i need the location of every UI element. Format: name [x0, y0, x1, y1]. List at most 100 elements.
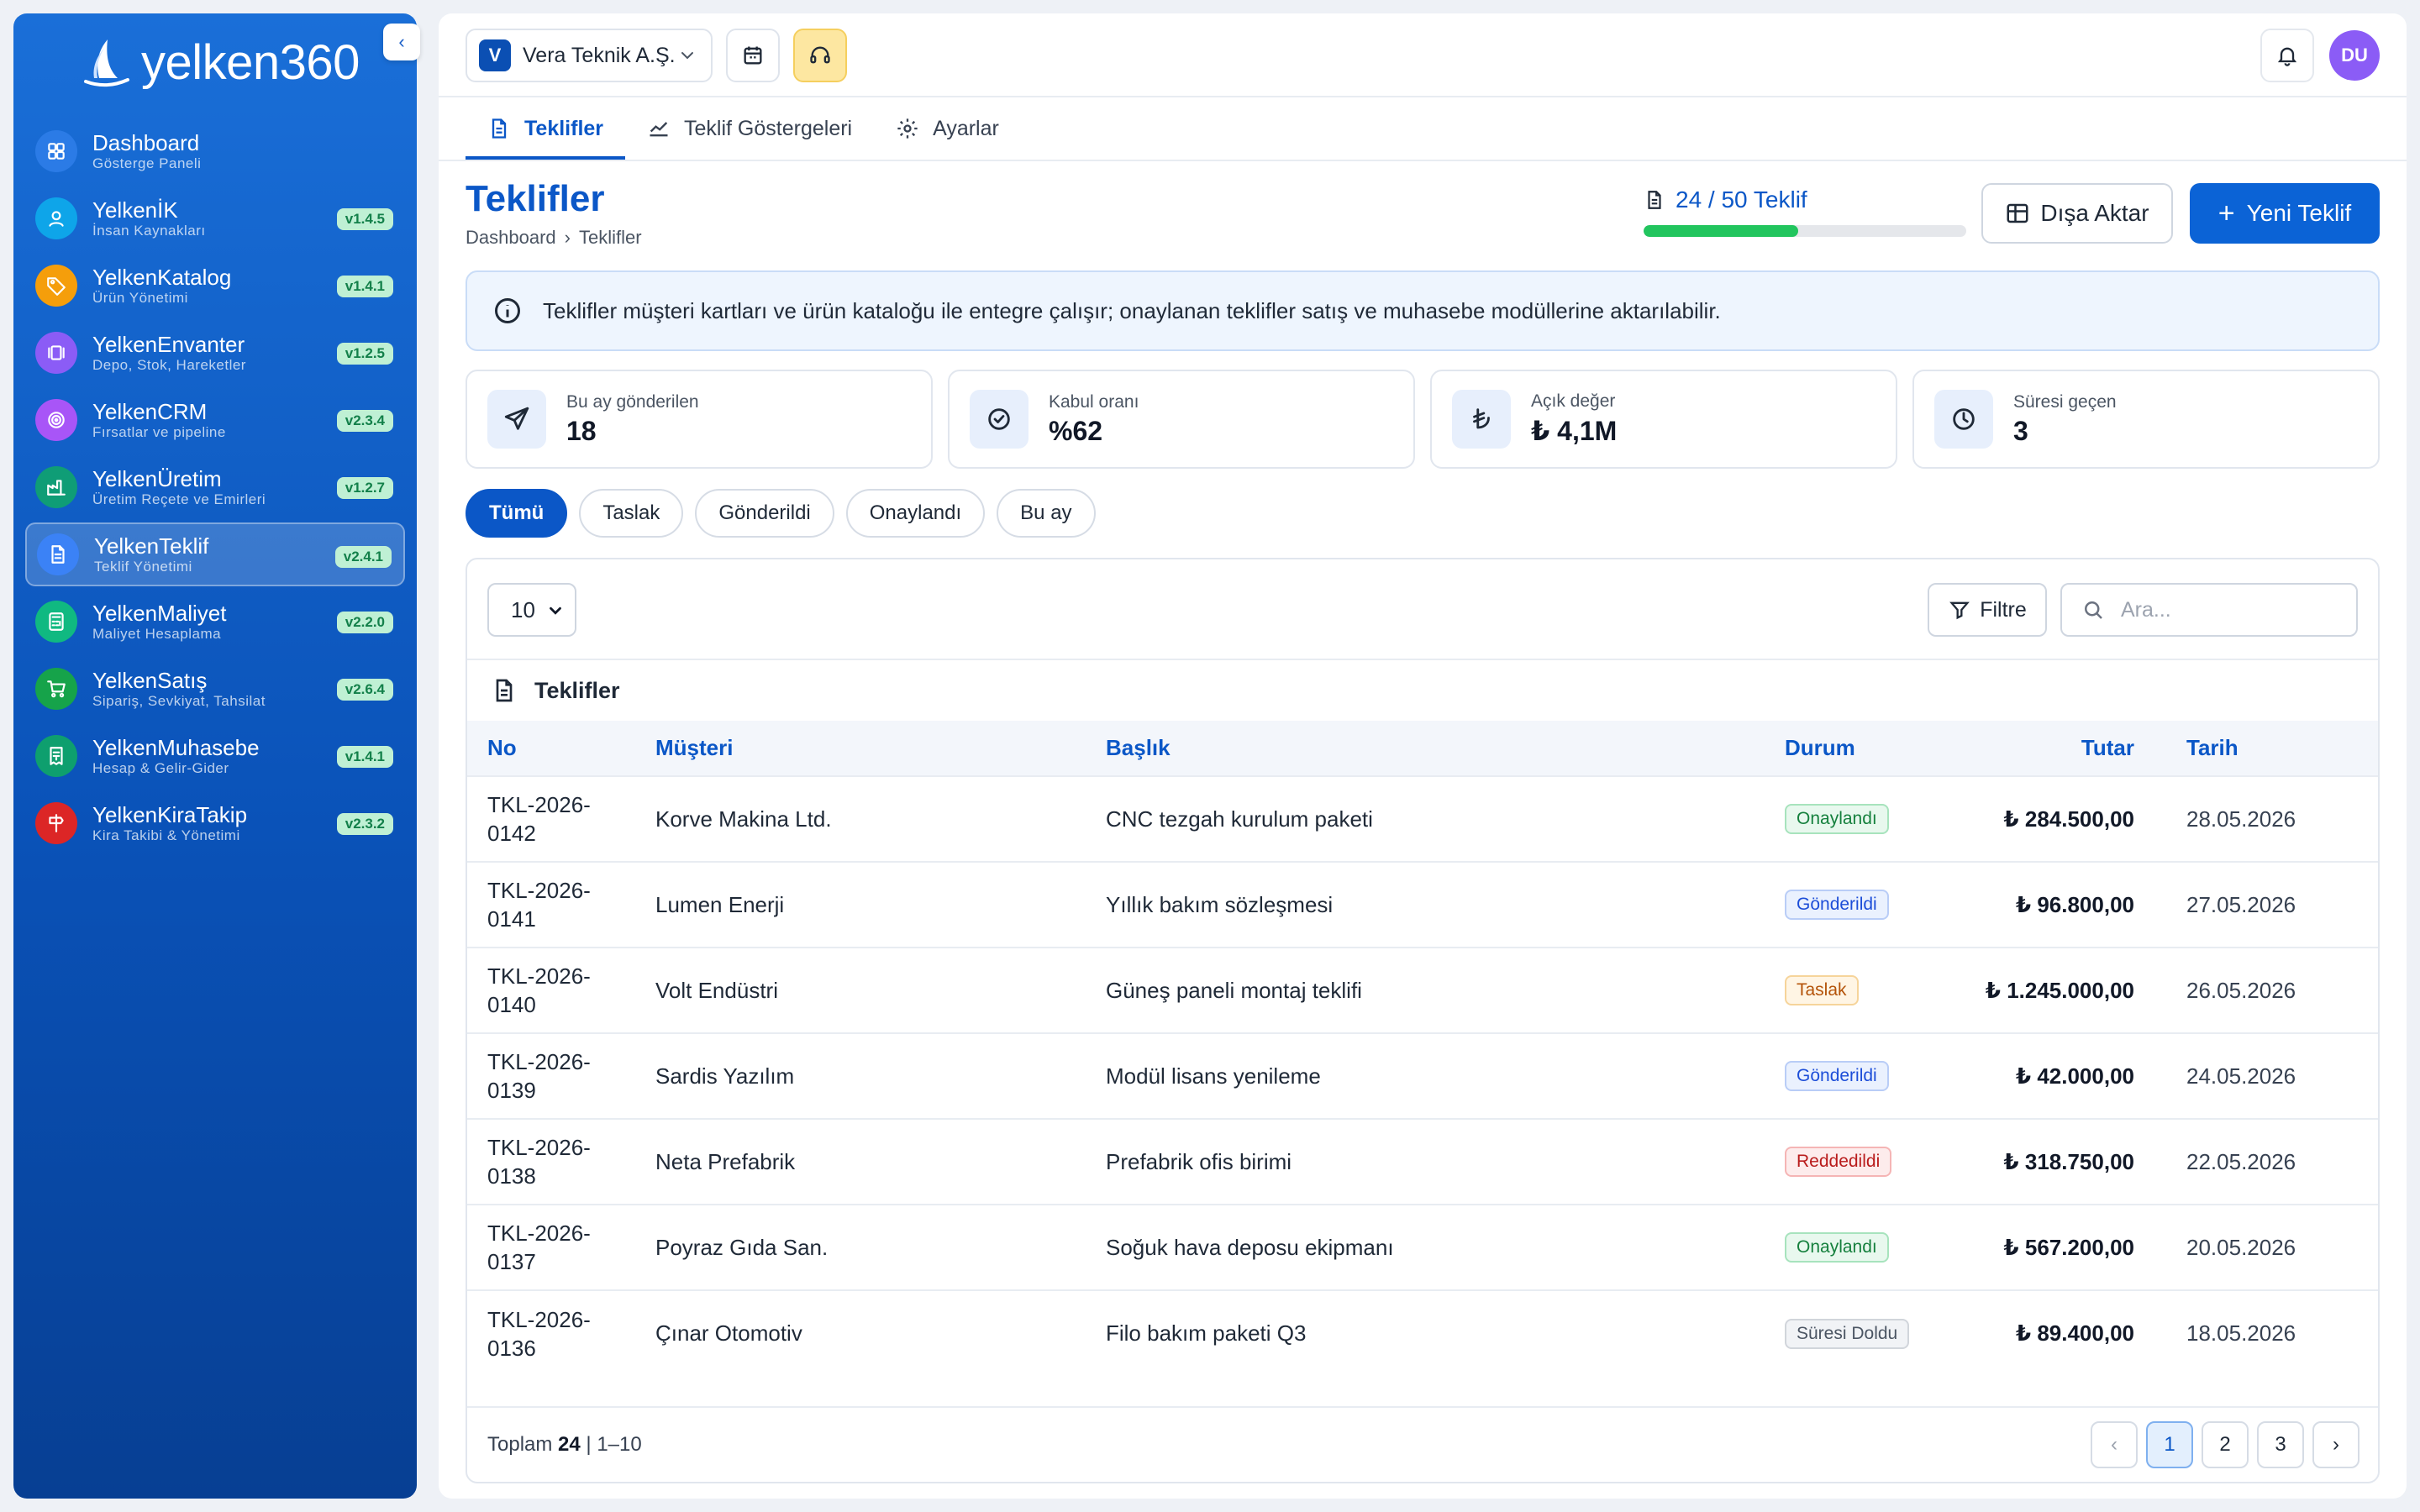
version-badge: v1.2.5 [336, 343, 393, 365]
status-badge: Reddedildi [1785, 1147, 1892, 1177]
filter-chip[interactable]: Gönderildi [695, 489, 834, 538]
status-badge: Onaylandı [1785, 1232, 1889, 1263]
app-logo[interactable]: yelken360 [79, 34, 360, 92]
col-amount[interactable]: Tutar [1936, 721, 2186, 776]
col-status[interactable]: Durum [1785, 721, 1936, 776]
filter-label: Filtre [1980, 597, 2027, 622]
col-no[interactable]: No [467, 721, 655, 776]
quota-progress-bar [1644, 225, 1966, 237]
quote-no-part1: TKL-2026- [487, 1221, 591, 1246]
table-row[interactable]: TKL-2026- 0139 Sardis Yazılım Modül lisans … [467, 1032, 2378, 1119]
cell-title: Güneş paneli montaj teklifi [1106, 947, 1785, 1033]
col-date[interactable]: Tarih [2186, 721, 2378, 776]
sidebar-item-yelkencrm[interactable]: YelkenCRM Fırsatlar ve pipeline v2.3.4 [25, 388, 405, 452]
sidebar-item-yelkenteklif[interactable]: YelkenTeklif Teklif Yönetimi v2.4.1 [25, 522, 405, 586]
tab-teklifler[interactable]: Teklifler [466, 97, 626, 160]
cell-no[interactable]: TKL-2026- 0141 [467, 861, 655, 948]
sidebar-item-yelkensat-[interactable]: YelkenSatış Sipariş, Sevkiyat, Tahsilat v2… [25, 657, 405, 721]
user-avatar[interactable]: DU [2329, 30, 2380, 81]
quota-text: 24 / 50 Teklif [1676, 186, 1807, 213]
filter-chip[interactable]: Onaylandı [845, 489, 986, 538]
status-badge: Onaylandı [1785, 804, 1889, 834]
new-quote-label: Yeni Teklif [2246, 200, 2352, 226]
search-input[interactable] [2121, 597, 2339, 622]
plus-icon: + [2217, 197, 2235, 229]
tab-ayarlar[interactable]: Ayarlar [874, 97, 1021, 160]
document-icon [37, 533, 79, 575]
cell-date: 20.05.2026 [2186, 1204, 2378, 1290]
sidebar-item-text: YelkenKiraTakip Kira Takibi & Yönetimi [92, 802, 247, 844]
sidebar-item-yelkeni-k[interactable]: YelkenİK İnsan Kaynakları v1.4.5 [25, 186, 405, 250]
new-quote-button[interactable]: + Yeni Teklif [2190, 183, 2380, 244]
cell-no[interactable]: TKL-2026- 0139 [467, 1032, 655, 1119]
cell-customer: Çınar Otomotiv [655, 1289, 1106, 1376]
prev-page-button[interactable]: ‹ [2091, 1421, 2138, 1468]
notifications-button[interactable] [2260, 29, 2314, 82]
cell-no[interactable]: TKL-2026- 0136 [467, 1289, 655, 1376]
table-row[interactable]: TKL-2026- 0137 Poyraz Gıda San. Soğuk hava … [467, 1204, 2378, 1290]
main-panel: V Vera Teknik A.Ş. DU Teklifler Teklif G… [439, 13, 2407, 1499]
stats-row: Bu ay gönderilen 18 Kabul oranı %62 Açık değ… [466, 370, 2380, 469]
info-banner: Teklifler müşteri kartları ve ürün katal… [466, 270, 2380, 351]
calendar-button[interactable] [726, 29, 780, 82]
table-row[interactable]: TKL-2026- 0141 Lumen Enerji Yıllık bakım sö… [467, 861, 2378, 948]
sidebar-item-text: YelkenEnvanter Depo, Stok, Hareketler [92, 332, 246, 374]
sidebar-item-yelkenmaliyet[interactable]: YelkenMaliyet Maliyet Hesaplama v2.2.0 [25, 590, 405, 654]
table-row[interactable]: TKL-2026- 0140 Volt Endüstri Güneş paneli m… [467, 947, 2378, 1033]
export-button[interactable]: Dışa Aktar [1981, 183, 2173, 244]
stat-value: 3 [2013, 415, 2028, 446]
sidebar-item-yelkenenvanter[interactable]: YelkenEnvanter Depo, Stok, Hareketler v1.2… [25, 321, 405, 385]
table-row[interactable]: TKL-2026- 0142 Korve Makina Ltd. CNC tezgah… [467, 775, 2378, 862]
sidebar-collapse-button[interactable]: ‹ [383, 24, 420, 60]
cell-date: 18.05.2026 [2186, 1289, 2378, 1376]
page-button[interactable]: 3 [2257, 1421, 2304, 1468]
sidebar-item-dashboard[interactable]: Dashboard Gösterge Paneli [25, 119, 405, 183]
filter-button[interactable]: Filtre [1928, 583, 2047, 637]
breadcrumb-dashboard[interactable]: Dashboard [466, 227, 556, 249]
cell-no[interactable]: TKL-2026- 0142 [467, 775, 655, 862]
cell-no[interactable]: TKL-2026- 0137 [467, 1204, 655, 1290]
quote-no-part2: 0137 [487, 1249, 536, 1274]
status-badge: Taslak [1785, 975, 1859, 1005]
receipt-icon [35, 735, 77, 777]
next-page-button[interactable]: › [2312, 1421, 2360, 1468]
page-button[interactable]: 1 [2146, 1421, 2193, 1468]
quota-indicator: 24 / 50 Teklif [1644, 186, 1966, 237]
cell-no[interactable]: TKL-2026- 0138 [467, 1118, 655, 1205]
company-selector[interactable]: V Vera Teknik A.Ş. [466, 29, 713, 82]
table-title: Teklifler [534, 677, 620, 703]
check-circle-icon [970, 390, 1028, 449]
tab-teklif-gostergeleri[interactable]: Teklif Göstergeleri [625, 97, 874, 160]
page-size-select[interactable]: 10 [487, 583, 576, 637]
filter-chip[interactable]: Taslak [579, 489, 684, 538]
sidebar-item-yelkenmuhasebe[interactable]: YelkenMuhasebe Hesap & Gelir-Gider v1.4.1 [25, 724, 405, 788]
cell-status: Gönderildi [1785, 861, 1936, 948]
filter-chip[interactable]: Tümü [466, 489, 568, 538]
sidebar-item-subtitle: İnsan Kaynakları [92, 223, 206, 239]
tabs-divider [439, 160, 2407, 161]
logo-text: yelken360 [141, 35, 360, 90]
col-title[interactable]: Başlık [1106, 721, 1785, 776]
sidebar-item-yelkenkatalog[interactable]: YelkenKatalog Ürün Yönetimi v1.4.1 [25, 254, 405, 318]
sidebar-item-subtitle: Hesap & Gelir-Gider [92, 760, 229, 776]
version-badge: v1.2.7 [336, 477, 393, 499]
version-badge: v2.4.1 [334, 546, 392, 568]
cell-no[interactable]: TKL-2026- 0140 [467, 947, 655, 1033]
sidebar-item-yelkenkiratakip[interactable]: YelkenKiraTakip Kira Takibi & Yönetimi v2.… [25, 791, 405, 855]
cell-status: Reddedildi [1785, 1118, 1936, 1205]
version-badge: v1.4.1 [336, 276, 393, 297]
col-customer[interactable]: Müşteri [655, 721, 1106, 776]
sidebar-item-yelken-retim[interactable]: YelkenÜretim Üretim Reçete ve Emirleri v1.… [25, 455, 405, 519]
version-badge: v2.3.2 [336, 813, 393, 835]
sidebar-item-text: YelkenKatalog Ürün Yönetimi [92, 265, 231, 307]
filter-chip[interactable]: Bu ay [997, 489, 1096, 538]
sidebar-item-label: YelkenSatış [92, 668, 208, 693]
sidebar-item-text: YelkenÜretim Üretim Reçete ve Emirleri [92, 466, 266, 508]
chevron-down-icon [550, 606, 561, 615]
page-button[interactable]: 2 [2202, 1421, 2249, 1468]
table-row[interactable]: TKL-2026- 0136 Çınar Otomotiv Filo bakım pa… [467, 1289, 2378, 1376]
stat-value: %62 [1049, 415, 1103, 446]
support-button[interactable] [793, 29, 847, 82]
table-row[interactable]: TKL-2026- 0138 Neta Prefabrik Prefabrik ofi… [467, 1118, 2378, 1205]
chevron-down-icon [681, 52, 693, 60]
